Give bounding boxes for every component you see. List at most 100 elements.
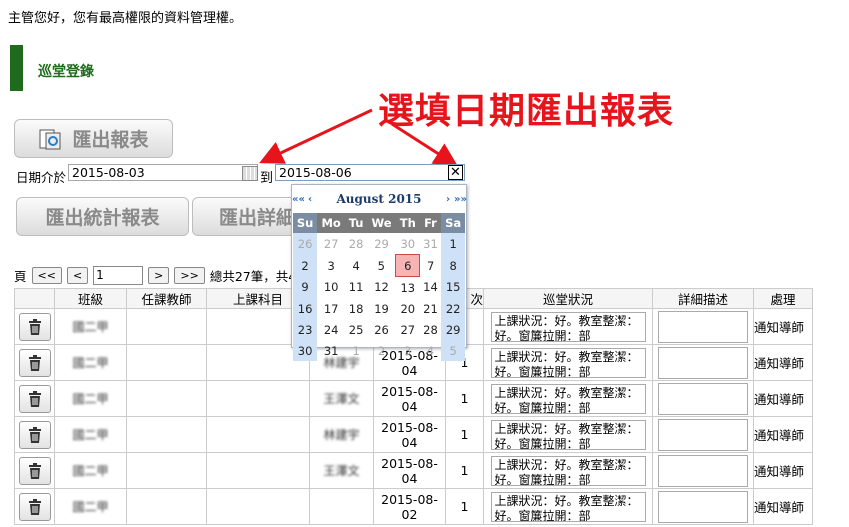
calendar-day[interactable]: 26 [293, 233, 318, 255]
calendar-day[interactable]: 15 [441, 276, 465, 298]
last-page-button[interactable]: >> [174, 267, 205, 284]
col-header: 詳細描述 [652, 288, 754, 309]
calendar-day[interactable]: 2 [367, 340, 396, 361]
action-cell[interactable]: 通知導師 [753, 488, 813, 525]
calendar-day[interactable]: 27 [396, 319, 420, 340]
calendar-day[interactable]: 1 [345, 340, 367, 361]
status-textarea[interactable]: 上課狀況：好。教室整潔：好。窗簾拉開：部 [490, 383, 646, 414]
calendar-day[interactable]: 29 [367, 233, 396, 255]
detail-textarea[interactable] [658, 310, 748, 343]
class-cell: 國二甲 [54, 308, 127, 345]
detail-textarea[interactable] [658, 490, 748, 523]
teacher-cell [126, 344, 207, 381]
action-cell[interactable]: 通知導師 [753, 416, 813, 453]
date-to-input[interactable]: 2015-08-06 [275, 164, 465, 181]
col-header [14, 288, 55, 309]
calendar-day[interactable]: 30 [293, 340, 318, 361]
teacher-cell [126, 308, 207, 345]
detail-textarea[interactable] [658, 382, 748, 415]
calendar-day[interactable]: 30 [396, 233, 420, 255]
calendar-day[interactable]: 6 [395, 254, 421, 277]
subject-cell [206, 452, 310, 489]
export-detail-button[interactable]: 匯出詳細 [192, 197, 302, 236]
trash-icon[interactable] [18, 384, 51, 413]
calendar-day[interactable]: 1 [441, 233, 465, 255]
calendar-day[interactable]: 16 [293, 298, 318, 319]
calendar-day[interactable]: 14 [420, 277, 442, 299]
action-cell[interactable]: 通知導師 [753, 452, 813, 489]
staff-cell [309, 488, 374, 525]
calendar-day[interactable]: 13 [396, 277, 420, 299]
calendar-day[interactable]: 28 [420, 319, 442, 340]
arrow-to-from-date [259, 108, 373, 164]
trash-icon[interactable] [18, 456, 51, 485]
date-to-label: 到 [260, 171, 274, 186]
calendar-day[interactable]: 21 [420, 298, 442, 319]
trash-icon[interactable] [18, 420, 51, 449]
detail-textarea[interactable] [658, 454, 748, 487]
trash-icon[interactable] [18, 348, 51, 377]
status-textarea[interactable]: 上課狀況：好。教室整潔：好。窗簾拉開：部 [490, 311, 646, 342]
status-textarea[interactable]: 上課狀況：好。教室整潔：好。窗簾拉開：部 [490, 347, 646, 378]
calendar-day[interactable]: 29 [441, 319, 465, 340]
calendar-day[interactable]: 3 [396, 340, 420, 361]
calendar-day[interactable]: 12 [367, 277, 396, 299]
calendar-day[interactable]: 22 [441, 298, 465, 319]
next-year-icon[interactable]: »» [454, 194, 467, 205]
teacher-cell [126, 488, 207, 525]
calendar-day[interactable]: 11 [345, 277, 367, 299]
calendar-day[interactable]: 7 [420, 255, 442, 277]
calendar-day[interactable]: 5 [367, 255, 396, 277]
action-cell[interactable]: 通知導師 [753, 380, 813, 417]
prev-year-icon[interactable]: «« [292, 194, 305, 205]
trash-icon[interactable] [18, 492, 51, 521]
detail-textarea[interactable] [658, 418, 748, 451]
status-textarea[interactable]: 上課狀況：好。教室整潔：好。窗簾拉開：部 [490, 491, 646, 522]
calendar-day[interactable]: 17 [317, 298, 345, 319]
calendar-day[interactable]: 31 [420, 233, 442, 255]
first-page-button[interactable]: << [31, 267, 62, 284]
table-row: 國二甲 王澤文 2015-08-04 1 上課狀況：好。教室整潔：好。窗簾拉開：部 通知導… [14, 380, 813, 417]
next-month-icon[interactable]: › [442, 194, 454, 205]
date-cell: 2015-08-04 [373, 380, 446, 417]
calendar-day[interactable]: 27 [317, 233, 345, 255]
status-textarea[interactable]: 上課狀況：好。教室整潔：好。窗簾拉開：部 [490, 455, 646, 486]
action-cell[interactable]: 通知導師 [753, 344, 813, 381]
calendar-day[interactable]: 18 [345, 298, 367, 319]
action-cell[interactable]: 通知導師 [753, 308, 813, 345]
calendar-day[interactable]: 2 [293, 254, 318, 277]
calendar-day[interactable]: 28 [345, 233, 367, 255]
calendar-day[interactable]: 5 [441, 340, 465, 361]
calendar-day[interactable]: 20 [396, 298, 420, 319]
calendar-icon[interactable] [242, 166, 258, 181]
calendar-day[interactable]: 26 [367, 319, 396, 340]
export-stats-button[interactable]: 匯出統計報表 [16, 197, 189, 236]
pager: 頁 << < 1 > >> 總共27筆，共4 [14, 266, 296, 285]
date-cell: 2015-08-04 [373, 452, 446, 489]
export-report-label: 匯出報表 [72, 129, 149, 151]
prev-month-icon[interactable]: ‹ [304, 194, 316, 205]
calendar-day[interactable]: 24 [317, 319, 345, 340]
trash-icon[interactable] [18, 312, 51, 341]
export-report-button[interactable]: 匯出報表 [14, 119, 173, 158]
date-from-input[interactable]: 2015-08-03 [68, 164, 258, 181]
calendar-day[interactable]: 4 [345, 255, 367, 277]
calendar-day[interactable]: 10 [317, 277, 345, 299]
calendar-day[interactable]: 31 [317, 340, 345, 361]
calendar-day[interactable]: 19 [367, 298, 396, 319]
clear-icon[interactable]: ✕ [448, 165, 463, 180]
prev-page-button[interactable]: < [66, 267, 89, 284]
count-cell: 1 [445, 380, 484, 417]
calendar-day[interactable]: 9 [293, 276, 318, 298]
calendar-day[interactable]: 8 [441, 254, 465, 277]
calendar-day[interactable]: 25 [345, 319, 367, 340]
class-cell: 國二甲 [54, 380, 127, 417]
calendar-day[interactable]: 3 [317, 255, 345, 277]
count-cell: 1 [445, 488, 484, 525]
calendar-day[interactable]: 23 [293, 319, 318, 340]
status-textarea[interactable]: 上課狀況：好。教室整潔：好。窗簾拉開：部 [490, 419, 646, 450]
calendar-day[interactable]: 4 [420, 340, 442, 361]
page-input[interactable]: 1 [93, 266, 144, 285]
detail-textarea[interactable] [658, 346, 748, 379]
next-page-button[interactable]: > [148, 267, 170, 284]
